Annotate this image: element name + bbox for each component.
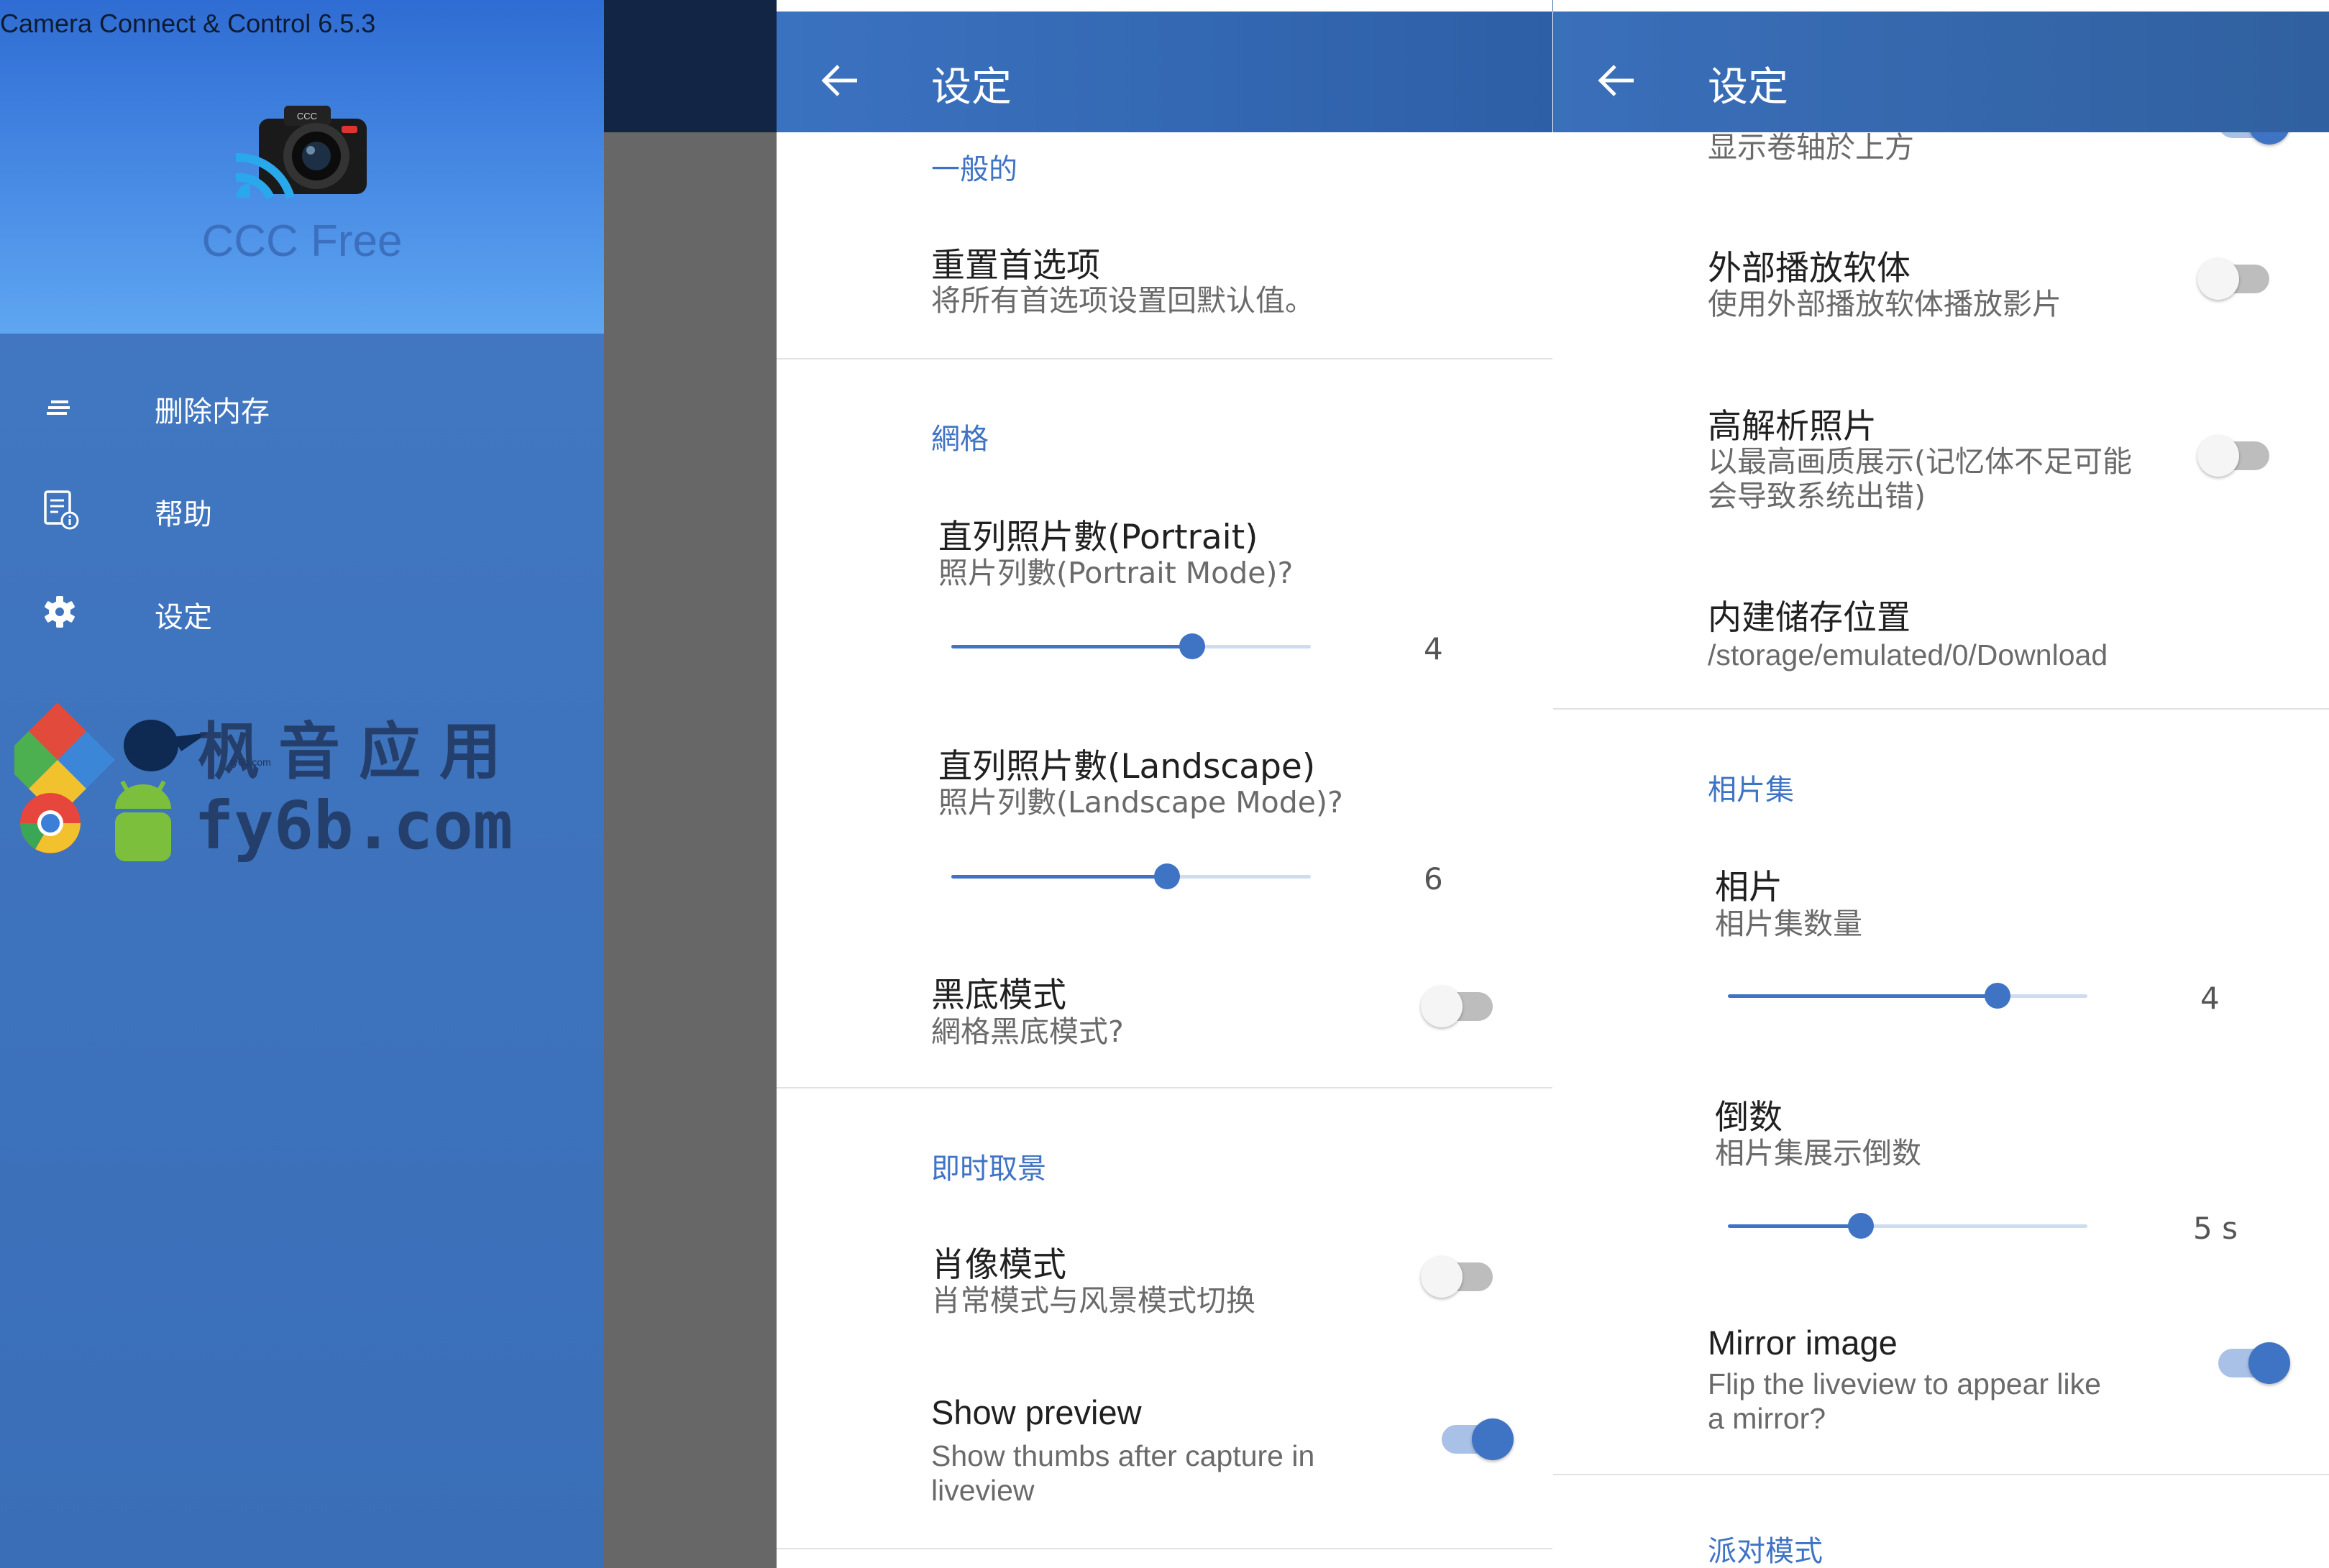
toggle-thumb — [2197, 435, 2239, 477]
pref-dark-grid[interactable]: 黑底模式 網格黑底模式? — [777, 953, 1552, 1068]
pref-title: 肖像模式 — [931, 1245, 1066, 1285]
pref-storage-location[interactable]: 内建储存位置 /storage/emulated/0/Download — [1553, 575, 2329, 697]
app-bar: 设定 — [777, 12, 1552, 132]
slider-fill — [1728, 1224, 1861, 1228]
drawer-item-clear-memory[interactable]: 删除内存 — [0, 359, 604, 453]
pref-summary: Show thumbs after capture in — [931, 1439, 1315, 1472]
watermark-title: 枫音应用 — [198, 716, 520, 788]
slider-value: 4 — [1424, 631, 1443, 666]
pref-external-player[interactable]: 外部播放软体 使用外部播放软体播放影片 — [1553, 230, 2329, 345]
pref-summary: 網格黑底模式? — [931, 1014, 1124, 1049]
slider-value: 6 — [1424, 861, 1443, 897]
page-title: 设定 — [1708, 64, 1788, 111]
toggle-thumb — [2197, 258, 2239, 300]
pref-summary: 将所有首选项设置回默认值。 — [931, 283, 1314, 318]
gear-icon — [45, 596, 75, 628]
toggle-thumb — [2248, 1342, 2290, 1384]
slider-fill — [951, 645, 1192, 648]
landscape-columns-slider[interactable] — [951, 863, 1311, 889]
pref-title: 直列照片數(Portrait) — [938, 518, 1258, 557]
album-count-slider[interactable] — [1728, 983, 2087, 1009]
countdown-slider[interactable] — [1728, 1213, 2087, 1239]
pref-title: 倒数 — [1715, 1098, 1783, 1137]
toggle-thumb — [1421, 1256, 1463, 1298]
toggle-thumb — [1472, 1418, 1514, 1460]
slider-value: 4 — [2200, 981, 2220, 1016]
pref-title: 高解析照片 — [1708, 407, 1877, 446]
pref-summary: 显示卷轴於上方 — [1708, 130, 1914, 165]
portrait-columns-slider[interactable] — [951, 633, 1311, 659]
pref-title: 内建储存位置 — [1708, 598, 1911, 638]
slider-thumb[interactable] — [1154, 863, 1180, 889]
page-title: 设定 — [931, 64, 1012, 111]
drawer-item-label: 设定 — [155, 601, 212, 634]
pref-summary: 肖常模式与风景模式切换 — [931, 1283, 1255, 1318]
section-header-grid: 網格 — [931, 423, 989, 456]
slider-fill — [1728, 994, 1998, 998]
back-arrow-icon[interactable] — [1595, 59, 1638, 102]
slider-value: 5 s — [2193, 1211, 2238, 1246]
toggle-thumb — [1421, 986, 1463, 1027]
drawer-item-label: 删除内存 — [155, 395, 270, 428]
pref-summary: 照片列數(Landscape Mode)? — [938, 785, 1343, 820]
pref-hires-photos[interactable]: 高解析照片 以最高画质展示(记忆体不足可能 会导致系统出错) — [1553, 388, 2329, 532]
slider-thumb[interactable] — [1985, 983, 2010, 1009]
help-manual-icon — [44, 490, 79, 530]
pref-summary: 照片列數(Portrait Mode)? — [938, 556, 1294, 590]
pref-title: Mirror image — [1708, 1324, 1898, 1362]
pref-summary: liveview — [931, 1474, 1035, 1507]
settings-screen-1: 设定 一般的 重置首选项 将所有首选项设置回默认值。 網格 直列照片數(Port… — [777, 0, 1552, 1568]
pref-summary: Flip the liveview to appear like — [1708, 1367, 2101, 1400]
watermark-url: fy6b.com — [194, 787, 513, 864]
pref-mirror-image[interactable]: Mirror image Flip the liveview to appear… — [1553, 1308, 2329, 1452]
pref-reset[interactable]: 重置首选项 将所有首选项设置回默认值。 — [777, 216, 1552, 352]
pref-summary: /storage/emulated/0/Download — [1708, 638, 2108, 671]
divider — [1553, 1474, 2329, 1475]
settings-screen-2: 显示卷轴於上方 设定 外部播放软体 使用外部播放软体播放影片 高解析照片 以最高… — [1553, 0, 2329, 1568]
pref-title: 相片 — [1715, 868, 1783, 907]
clear-list-icon — [47, 400, 70, 415]
camera-badge-text: CCC — [297, 111, 317, 122]
drawer-item-label: 帮助 — [155, 498, 212, 531]
section-header-party: 派对模式 — [1708, 1535, 1823, 1568]
divider — [777, 1548, 1552, 1549]
drawer-item-help[interactable]: 帮助 — [0, 462, 604, 556]
divider — [777, 358, 1552, 359]
scrim-appbar[interactable] — [604, 0, 777, 132]
pref-summary: 以最高画质展示(记忆体不足可能 — [1708, 444, 2132, 479]
camera-logo-icon: CCC — [235, 106, 367, 200]
section-header-album: 相片集 — [1708, 774, 1794, 807]
slider-thumb[interactable] — [1179, 633, 1205, 659]
section-header-general: 一般的 — [931, 153, 1017, 186]
app-name: CCC Free — [201, 216, 403, 266]
pref-summary: 相片集展示倒数 — [1715, 1136, 1921, 1170]
pref-summary: 使用外部播放软体播放影片 — [1708, 287, 2062, 321]
app-bar: 设定 — [1553, 12, 2329, 132]
pref-title: 外部播放软体 — [1708, 249, 1911, 288]
pref-title: 重置首选项 — [931, 246, 1100, 285]
drawer-scrim[interactable] — [604, 132, 777, 1568]
slider-thumb[interactable] — [1848, 1213, 1874, 1239]
slider-fill — [951, 875, 1167, 879]
divider — [1553, 708, 2329, 710]
pref-portrait-mode[interactable]: 肖像模式 肖常模式与风景模式切换 — [777, 1222, 1552, 1337]
window-title: Camera Connect & Control 6.5.3 — [0, 9, 376, 38]
pref-title: 黑底模式 — [931, 976, 1066, 1015]
back-arrow-icon[interactable] — [818, 59, 861, 102]
pref-show-preview[interactable]: Show preview Show thumbs after capture i… — [777, 1380, 1552, 1524]
drawer-item-settings[interactable]: 设定 — [0, 565, 604, 659]
pref-title: 直列照片數(Landscape) — [938, 747, 1316, 787]
pref-summary: 会导致系统出错) — [1708, 479, 1926, 513]
navigation-drawer: Camera Connect & Control 6.5.3 CCC CCC F… — [0, 0, 604, 1568]
section-header-liveview: 即时取景 — [931, 1152, 1046, 1186]
pref-summary: 相片集数量 — [1715, 907, 1862, 941]
pref-summary: a mirror? — [1708, 1402, 1826, 1435]
pref-title: Show preview — [931, 1393, 1142, 1431]
divider — [777, 1087, 1552, 1088]
